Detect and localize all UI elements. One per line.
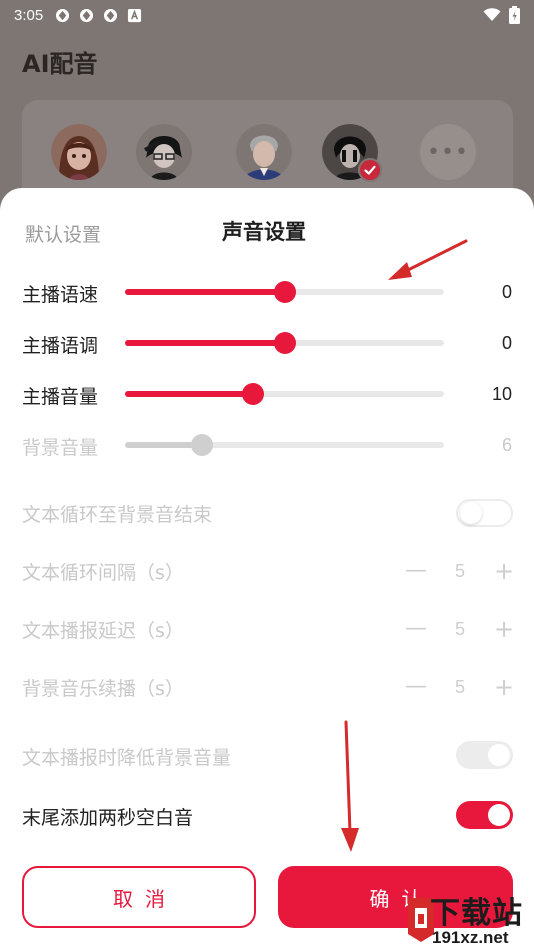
tab-default-settings[interactable]: 默认设置: [25, 220, 101, 247]
man-avatar-icon: [236, 124, 292, 180]
lower-bg-volume-toggle[interactable]: [456, 741, 513, 769]
toggle-knob: [460, 502, 482, 524]
plus-button[interactable]: +: [493, 617, 515, 641]
plus-button[interactable]: +: [493, 675, 515, 699]
toggle-knob: [488, 744, 510, 766]
wifi-icon: [483, 8, 501, 21]
add-silence-toggle[interactable]: [456, 801, 513, 829]
speed-label: 主播语速: [22, 284, 99, 306]
stepper-value: 5: [454, 618, 465, 639]
bg-volume-label: 背景音量: [22, 437, 99, 459]
minus-button[interactable]: —: [405, 676, 427, 698]
slider-thumb[interactable]: [241, 383, 264, 405]
a-notification-icon: [128, 8, 142, 22]
volume-value: 10: [491, 384, 512, 404]
volume-slider[interactable]: [125, 383, 444, 405]
slider-fill: [125, 289, 285, 295]
pitch-value: 0: [501, 333, 512, 353]
slider-fill: [125, 391, 253, 397]
add-silence-label: 末尾添加两秒空白音: [22, 807, 194, 829]
bg-music-continue-label: 背景音乐续播（s）: [22, 678, 184, 700]
loop-interval-stepper: — 5 +: [405, 558, 515, 584]
pitch-label: 主播语调: [22, 335, 99, 357]
stepper-value: 5: [454, 560, 465, 581]
battery-icon: [509, 6, 520, 24]
status-right: [483, 6, 520, 24]
stepper-value: 5: [454, 676, 465, 697]
speed-slider[interactable]: [125, 281, 444, 303]
watermark-url: 191xz.net: [432, 928, 509, 947]
slider-thumb[interactable]: [190, 434, 213, 456]
slider-thumb[interactable]: [273, 332, 296, 354]
loop-to-bg-end-toggle[interactable]: [456, 499, 513, 527]
loop-interval-label: 文本循环间隔（s）: [22, 562, 184, 584]
avatar[interactable]: [136, 124, 192, 180]
bg-volume-slider[interactable]: [125, 434, 444, 456]
status-bar: 3:05: [0, 0, 534, 30]
status-time: 3:05: [14, 6, 44, 24]
avatar[interactable]: [51, 124, 107, 180]
selected-check-icon: [358, 158, 382, 182]
volume-label: 主播音量: [22, 386, 99, 408]
app-notification-icon: [80, 8, 94, 22]
report-delay-label: 文本播报延迟（s）: [22, 620, 184, 642]
bg-music-continue-stepper: — 5 +: [405, 674, 515, 700]
watermark: 下载站 191xz.net: [402, 888, 534, 950]
minus-button[interactable]: —: [405, 618, 427, 640]
slider-thumb[interactable]: [273, 281, 296, 303]
page-title: AI配音: [22, 50, 98, 78]
app-notification-icon: [56, 8, 70, 22]
report-delay-stepper: — 5 +: [405, 616, 515, 642]
more-dots-icon: •••: [427, 139, 469, 165]
watermark-top-text: 下载站: [430, 896, 523, 931]
pitch-slider[interactable]: [125, 332, 444, 354]
speed-value: 0: [501, 282, 512, 302]
app-notification-icon: [104, 8, 118, 22]
sheet-title: 声音设置: [222, 220, 306, 244]
toggle-knob: [488, 804, 510, 826]
plus-button[interactable]: +: [493, 559, 515, 583]
boy-avatar-icon: [136, 124, 192, 180]
slider-fill: [125, 340, 285, 346]
voice-settings-sheet: 默认设置 声音设置 主播语速 0 主播语调 0 主播音量 10 背景音量 6 文…: [0, 188, 534, 950]
girl-avatar-icon: [51, 124, 107, 180]
avatar[interactable]: [236, 124, 292, 180]
loop-to-bg-end-label: 文本循环至背景音结束: [22, 504, 213, 526]
more-avatars-button[interactable]: •••: [420, 124, 476, 180]
lower-bg-volume-label: 文本播报时降低背景音量: [22, 747, 232, 769]
bg-volume-value: 6: [501, 435, 512, 455]
minus-button[interactable]: —: [405, 560, 427, 582]
cancel-button[interactable]: 取消: [22, 866, 256, 928]
